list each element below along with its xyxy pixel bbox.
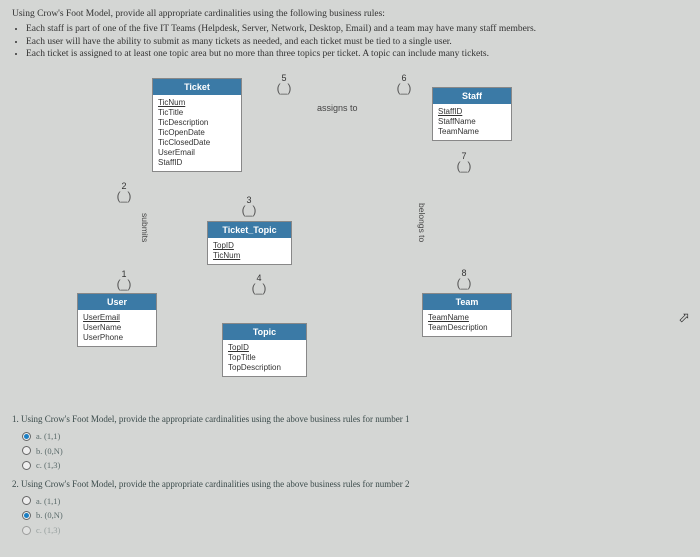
entity-ticket-head: Ticket — [153, 79, 241, 95]
q2-opt-a[interactable]: a. (1,1) — [22, 495, 688, 508]
q1-prompt: 1. Using Crow's Foot Model, provide the … — [12, 413, 688, 427]
marker-1: 1 (_) — [112, 269, 136, 290]
rel-submits: submits — [140, 213, 150, 242]
q1-opt-c[interactable]: c. (1,3) — [22, 459, 688, 472]
rel-belongs: belongs to — [417, 203, 427, 242]
entity-ticket-topic: Ticket_Topic TopID TicNum — [207, 221, 292, 265]
marker-8: 8 (_) — [452, 268, 476, 289]
cursor-icon: ⬀ — [678, 310, 690, 327]
q1-opt-a[interactable]: a. (1,1) — [22, 430, 688, 443]
entity-topic: Topic TopID TopTitle TopDescription — [222, 323, 307, 377]
entity-user-head: User — [78, 294, 156, 310]
radio-icon[interactable] — [22, 432, 31, 441]
rule-3: Each ticket is assigned to at least one … — [26, 48, 688, 61]
q2-opt-b[interactable]: b. (0,N) — [22, 509, 688, 522]
entity-team-head: Team — [423, 294, 511, 310]
entity-staff: Staff StaffID StaffName TeamName — [432, 87, 512, 141]
marker-5: 5 (_) — [272, 73, 296, 94]
marker-3: 3 (_) — [237, 195, 261, 216]
radio-icon[interactable] — [22, 446, 31, 455]
marker-7: 7 (_) — [452, 151, 476, 172]
q2-prompt: 2. Using Crow's Foot Model, provide the … — [12, 478, 688, 492]
erd-diagram: Ticket TicNum TicTitle TicDescription Ti… — [52, 73, 612, 403]
entity-ticket: Ticket TicNum TicTitle TicDescription Ti… — [152, 78, 242, 172]
q1-opt-b[interactable]: b. (0,N) — [22, 445, 688, 458]
marker-2: 2 (_) — [112, 181, 136, 202]
radio-icon[interactable] — [22, 496, 31, 505]
rule-2: Each user will have the ability to submi… — [26, 36, 688, 49]
radio-icon[interactable] — [22, 511, 31, 520]
entity-ticket-topic-head: Ticket_Topic — [208, 222, 291, 238]
entity-team: Team TeamName TeamDescription — [422, 293, 512, 337]
entity-staff-head: Staff — [433, 88, 511, 104]
entity-topic-head: Topic — [223, 324, 306, 340]
radio-icon[interactable] — [22, 461, 31, 470]
entity-user: User UserEmail UserName UserPhone — [77, 293, 157, 347]
q2-opt-c[interactable]: c. (1,3) — [22, 524, 688, 537]
rule-1: Each staff is part of one of the five IT… — [26, 23, 688, 36]
instr-lead: Using Crow's Foot Model, provide all app… — [12, 8, 688, 21]
rel-assigns: assigns to — [317, 103, 358, 113]
radio-icon[interactable] — [22, 526, 31, 535]
marker-6: 6 (_) — [392, 73, 416, 94]
marker-4: 4 (_) — [247, 273, 271, 294]
